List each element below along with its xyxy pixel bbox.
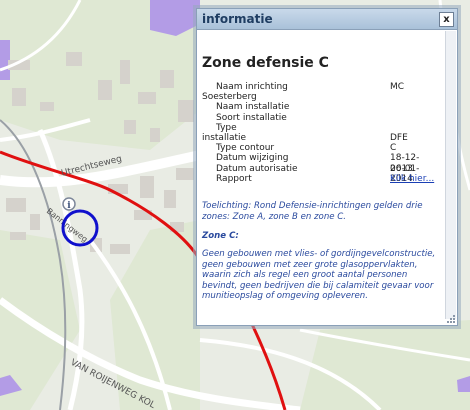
property-label: Datum autorisatie xyxy=(216,163,298,174)
rapport-link[interactable]: Klik hier... xyxy=(390,174,434,184)
zone-c-heading: Zone C: xyxy=(202,231,239,241)
toelichting-text: Toelichting: Rond Defensie-inrichtingen … xyxy=(202,201,423,222)
close-button[interactable]: x xyxy=(439,12,454,27)
zone-title: Zone defensie C xyxy=(202,55,329,71)
property-label: Naam inrichting xyxy=(216,82,288,92)
info-popup: informatie x Zone defensie C Naam inrich… xyxy=(196,8,458,326)
property-label-continued: installatie xyxy=(202,132,247,143)
property-label: Datum wijziging xyxy=(216,153,289,164)
property-label: Rapport xyxy=(216,173,252,184)
resize-grip-icon[interactable] xyxy=(447,315,455,323)
info-marker-icon[interactable]: i xyxy=(62,197,76,211)
property-row: Soort installatie xyxy=(202,113,438,123)
property-row: Naam installatie xyxy=(202,102,438,112)
property-row: Naam inrichting MC xyxy=(202,82,438,92)
property-value: MC xyxy=(390,82,405,92)
property-row: Rapport Klik hier... xyxy=(202,174,438,184)
property-row: Type contour C xyxy=(202,143,438,153)
property-row: Datum autorisatie 06-01-2014 xyxy=(202,163,438,184)
property-label: Type contour xyxy=(216,143,275,154)
popup-header[interactable]: informatie x xyxy=(197,9,457,30)
property-row: Datum wijziging 18-12-2013 xyxy=(202,153,438,173)
popup-title: informatie xyxy=(202,12,273,26)
popup-scrollbar[interactable] xyxy=(445,31,456,319)
property-row: Soesterberg xyxy=(202,92,438,102)
property-value-continued: Soesterberg xyxy=(202,92,257,103)
svg-text:i: i xyxy=(67,201,71,211)
rapport-link-wrapper: Klik hier... xyxy=(390,174,434,184)
property-value: DFE xyxy=(390,132,408,143)
property-row: installatie DFE xyxy=(202,133,438,143)
property-label: Naam installatie xyxy=(216,102,290,113)
property-value: C xyxy=(390,143,397,154)
property-label: Type xyxy=(216,122,237,133)
property-label: Soort installatie xyxy=(216,112,287,123)
property-row: Type xyxy=(202,123,438,133)
properties-list: Naam inrichting MC Soesterberg Naam inst… xyxy=(202,82,438,184)
popup-body[interactable]: Zone defensie C Naam inrichting MC Soest… xyxy=(198,31,443,319)
zone-c-description: Geen gebouwen met vlies- of gordijngevel… xyxy=(202,249,436,302)
